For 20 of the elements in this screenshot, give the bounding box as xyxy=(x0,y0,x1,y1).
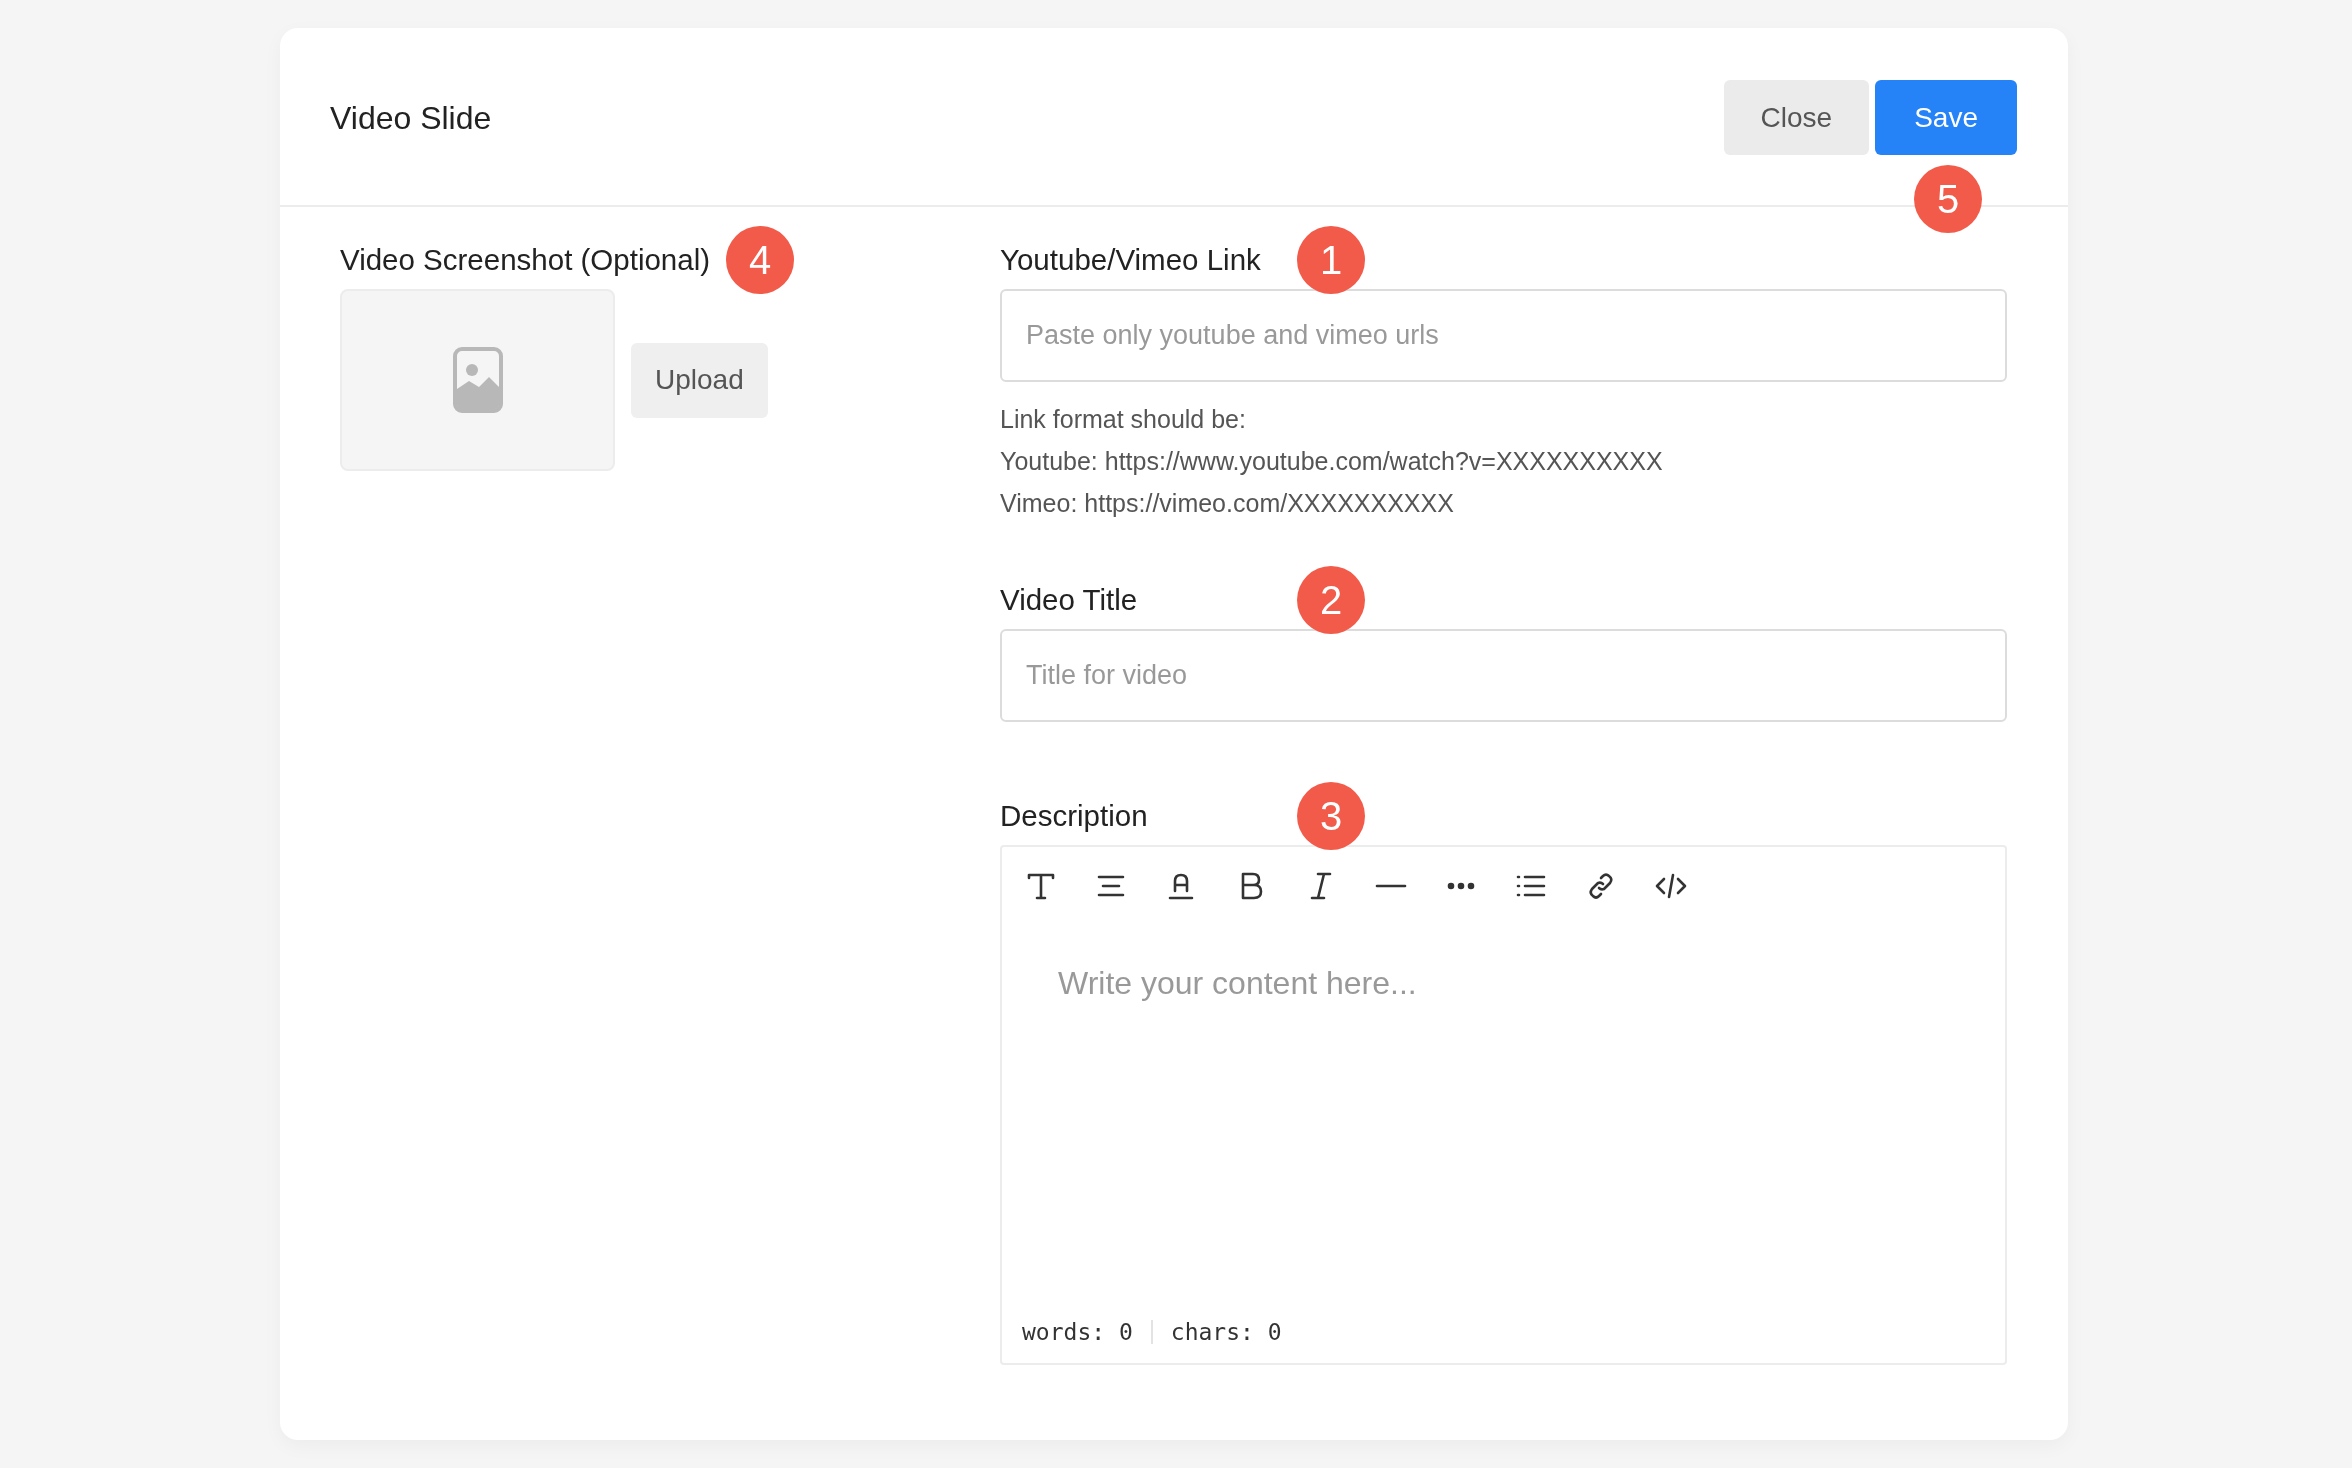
field-label: Video Screenshot (Optional) xyxy=(340,243,711,277)
save-button[interactable]: Save xyxy=(1875,80,2017,155)
help-text: Link format should be: xyxy=(1000,404,1247,435)
dialog-title: Video Slide xyxy=(330,100,492,137)
field-label: Youtube/Vimeo Link xyxy=(1000,243,1261,277)
image-icon xyxy=(452,347,503,413)
upload-button[interactable]: Upload xyxy=(631,342,768,418)
number-badge: 4 xyxy=(726,226,795,294)
help-text: Youtube: https://www.youtube.com/watch?v=XXXXXXXXXX xyxy=(1000,446,1664,477)
char-count: chars: 0 xyxy=(1170,1319,1282,1345)
field-label: Video Title xyxy=(1000,583,1138,617)
word-count: words: 0 xyxy=(1022,1319,1133,1345)
help-text: Vimeo: https://vimeo.com/XXXXXXXXXX xyxy=(1000,488,1455,519)
number-badge: 5 xyxy=(1914,165,1982,233)
title-input[interactable]: Title for video xyxy=(1000,629,2007,722)
close-button[interactable]: Close xyxy=(1723,80,1870,155)
number-badge: 3 xyxy=(1297,782,1365,850)
link-input[interactable]: Paste only youtube and vimeo urls xyxy=(1000,289,2007,382)
content-editor[interactable]: Write your content here... words: 0 chars: 0 xyxy=(1000,845,2007,1365)
field-label: Description xyxy=(1000,799,1148,833)
